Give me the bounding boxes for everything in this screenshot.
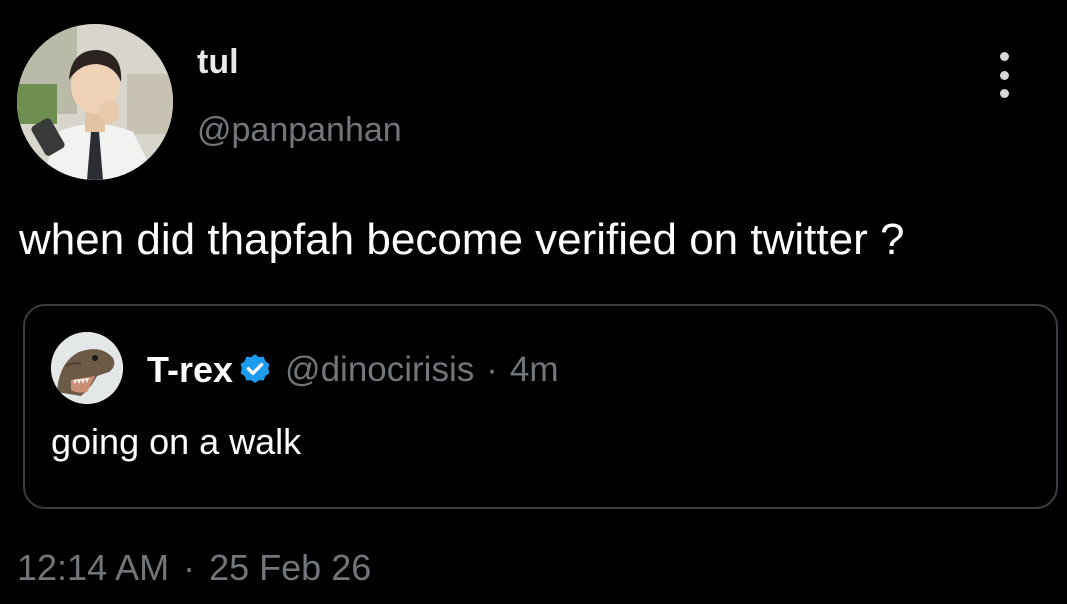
tweet-timestamp[interactable]: 12:14 AM · 25 Feb 26 (17, 544, 371, 592)
quoted-tweet-card[interactable]: T-rex @dinocirisis · 4m going on a walk (23, 304, 1058, 509)
quote-separator: · (486, 350, 498, 389)
verified-badge-icon (237, 352, 273, 388)
more-dot-icon (999, 89, 1009, 98)
author-avatar[interactable] (17, 24, 173, 180)
quote-time[interactable]: 4m (510, 348, 559, 392)
timestamp-time[interactable]: 12:14 AM (17, 544, 169, 592)
timestamp-separator: · (183, 547, 196, 588)
more-dot-icon (999, 52, 1009, 61)
user-photo-avatar (17, 24, 173, 180)
quote-avatar[interactable] (51, 332, 123, 404)
author-handle[interactable]: @panpanhan (197, 108, 402, 152)
quote-text: going on a walk (51, 421, 302, 462)
quote-display-name[interactable]: T-rex (147, 348, 233, 392)
tweet-text: when did thapfah become verified on twit… (19, 215, 905, 264)
quote-header: T-rex @dinocirisis · 4m (147, 348, 559, 392)
dinosaur-avatar (51, 332, 123, 404)
more-options-button[interactable] (986, 52, 1022, 98)
timestamp-date[interactable]: 25 Feb 26 (209, 544, 371, 592)
more-dot-icon (999, 70, 1009, 80)
quote-handle[interactable]: @dinocirisis (285, 348, 474, 392)
author-display-name[interactable]: tul (197, 40, 239, 84)
